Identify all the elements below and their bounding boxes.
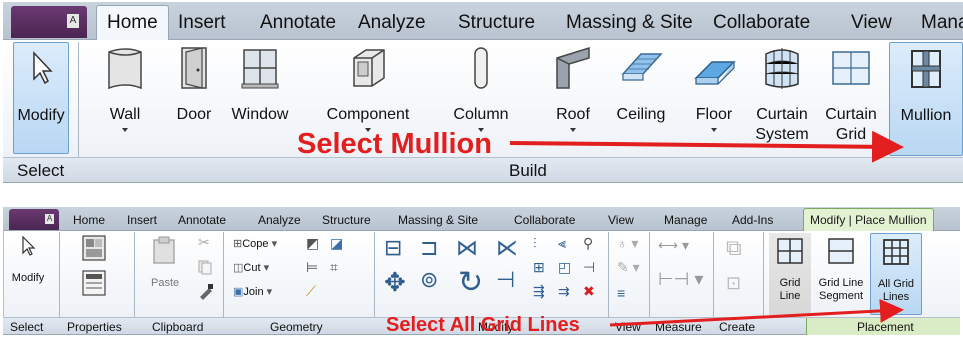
select-mullion-callout: Select Mullion <box>297 128 492 160</box>
select-all-grid-lines-arrow <box>609 298 904 327</box>
annotation-arrows-overlay <box>509 130 904 327</box>
select-all-grid-lines-callout: Select All Grid Lines <box>386 314 580 336</box>
select-mullion-arrow <box>509 130 904 163</box>
